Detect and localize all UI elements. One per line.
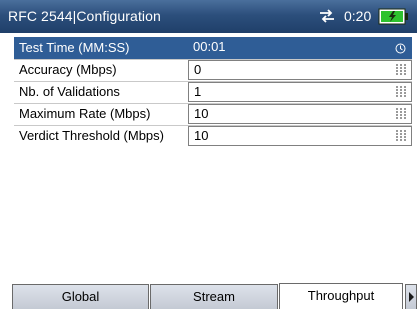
tab-scroll-right-button[interactable] <box>405 284 417 309</box>
battery-icon <box>378 8 410 25</box>
verdict-threshold-value: 10 <box>194 128 209 143</box>
title-bar: RFC 2544|Configuration 0:20 <box>0 0 417 33</box>
keypad-icon[interactable] <box>396 108 407 120</box>
test-time-field[interactable]: 00:01 <box>188 38 412 58</box>
validations-label: Nb. of Validations <box>19 84 120 99</box>
keypad-icon[interactable] <box>396 86 407 98</box>
validations-field[interactable]: 1 <box>188 82 412 102</box>
max-rate-field[interactable]: 10 <box>188 104 412 124</box>
max-rate-label: Maximum Rate (Mbps) <box>19 106 151 121</box>
timer-icon <box>395 42 406 54</box>
accuracy-label: Accuracy (Mbps) <box>19 62 117 77</box>
keypad-icon[interactable] <box>396 130 407 142</box>
chevron-right-icon <box>409 292 414 302</box>
max-rate-value: 10 <box>194 106 209 121</box>
clock: 0:20 <box>344 8 372 24</box>
tab-global-label: Global <box>61 289 100 304</box>
window-title: RFC 2544|Configuration <box>8 8 161 24</box>
tab-global[interactable]: Global <box>12 284 149 309</box>
verdict-threshold-field[interactable]: 10 <box>188 126 412 146</box>
test-time-value: 00:01 <box>193 39 226 54</box>
transfer-icon <box>318 8 336 24</box>
tab-bar: Global Stream Throughput <box>0 283 417 309</box>
row-verdict-threshold[interactable]: Verdict Threshold (Mbps) 10 <box>14 125 412 147</box>
row-max-rate[interactable]: Maximum Rate (Mbps) 10 <box>14 103 412 125</box>
row-test-time[interactable]: Test Time (MM:SS) 00:01 <box>14 37 412 59</box>
tab-throughput-label: Throughput <box>307 288 375 303</box>
test-time-label: Test Time (MM:SS) <box>19 40 130 55</box>
accuracy-field[interactable]: 0 <box>188 60 412 80</box>
verdict-threshold-label: Verdict Threshold (Mbps) <box>19 128 164 143</box>
tab-stream[interactable]: Stream <box>150 284 278 309</box>
row-validations[interactable]: Nb. of Validations 1 <box>14 81 412 103</box>
tab-stream-label: Stream <box>193 289 235 304</box>
accuracy-value: 0 <box>194 62 202 77</box>
keypad-icon[interactable] <box>396 64 407 76</box>
row-accuracy[interactable]: Accuracy (Mbps) 0 <box>14 59 412 81</box>
tab-throughput[interactable]: Throughput <box>279 283 403 309</box>
validations-value: 1 <box>194 84 202 99</box>
